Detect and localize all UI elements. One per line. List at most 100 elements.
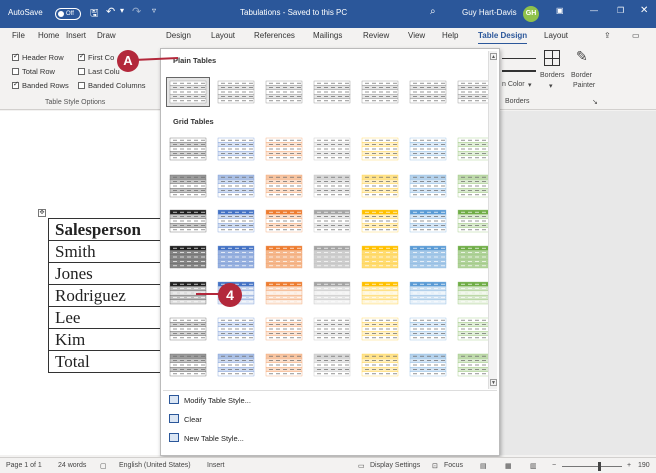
modify-table-style-item[interactable]: Modify Table Style...: [169, 395, 251, 405]
pen-color-dropdown-icon[interactable]: ▾: [528, 81, 532, 89]
total-row-option[interactable]: Total Row: [12, 67, 55, 76]
checkbox-checked-icon[interactable]: [12, 80, 19, 89]
line-weight-sample[interactable]: [502, 58, 536, 59]
tab-mailings[interactable]: Mailings: [313, 31, 342, 40]
table-style-tile[interactable]: [217, 80, 255, 104]
display-settings[interactable]: Display Settings: [370, 462, 420, 469]
table-cell[interactable]: Lee: [48, 306, 169, 329]
table-style-tile[interactable]: [361, 174, 399, 198]
tab-view[interactable]: View: [408, 31, 425, 40]
table-style-tile[interactable]: [265, 245, 303, 269]
borders-icon[interactable]: [544, 50, 560, 66]
table-style-tile[interactable]: [313, 80, 351, 104]
display-settings-icon[interactable]: ▭: [358, 462, 365, 470]
scroll-down-icon[interactable]: ▼: [490, 379, 497, 386]
table-style-tile[interactable]: [409, 353, 447, 377]
table-style-tile[interactable]: [169, 137, 207, 161]
table-style-tile[interactable]: [265, 353, 303, 377]
table-style-tile[interactable]: [313, 353, 351, 377]
table-style-tile[interactable]: [265, 209, 303, 233]
new-table-style-item[interactable]: New Table Style...: [169, 433, 244, 443]
table-cell[interactable]: Rodriguez: [48, 284, 169, 307]
table-style-tile[interactable]: [217, 174, 255, 198]
pen-color-button[interactable]: n Color: [502, 81, 525, 88]
table-style-tile[interactable]: [169, 245, 207, 269]
tab-insert[interactable]: Insert: [66, 31, 86, 40]
line-style-sample[interactable]: [502, 70, 536, 72]
table-style-tile[interactable]: [361, 317, 399, 341]
page-count[interactable]: Page 1 of 1: [6, 462, 42, 469]
table-style-tile[interactable]: [169, 317, 207, 341]
table-style-tile[interactable]: [217, 245, 255, 269]
print-layout-icon[interactable]: ▦: [505, 462, 512, 470]
share-icon[interactable]: ⇪: [604, 31, 611, 40]
web-layout-icon[interactable]: ▥: [530, 462, 537, 470]
banded-rows-option[interactable]: Banded Rows: [12, 80, 69, 90]
dialog-launcher-icon[interactable]: ↘: [592, 98, 598, 106]
table-style-tile[interactable]: [409, 245, 447, 269]
border-painter-label-2[interactable]: Painter: [573, 82, 595, 89]
table-style-tile[interactable]: [313, 245, 351, 269]
comments-icon[interactable]: ▭: [632, 31, 640, 40]
table-cell[interactable]: Jones: [48, 262, 169, 285]
tab-file[interactable]: File: [12, 31, 25, 40]
tab-review[interactable]: Review: [363, 31, 389, 40]
tab-draw[interactable]: Draw: [97, 31, 116, 40]
table-style-tile[interactable]: [409, 80, 447, 104]
table-style-tile[interactable]: [409, 174, 447, 198]
table-style-tile[interactable]: [313, 137, 351, 161]
focus-mode[interactable]: Focus: [444, 462, 463, 469]
tab-help[interactable]: Help: [442, 31, 458, 40]
focus-icon[interactable]: ⊡: [432, 462, 438, 470]
checkbox-checked-icon[interactable]: [12, 52, 19, 61]
table-style-tile[interactable]: [217, 317, 255, 341]
borders-button-label[interactable]: Borders: [540, 72, 565, 79]
table-style-tile[interactable]: [409, 281, 447, 305]
header-row-option[interactable]: Header Row: [12, 52, 64, 62]
scroll-up-icon[interactable]: ▲: [490, 53, 497, 60]
zoom-slider[interactable]: [562, 466, 622, 467]
document-table[interactable]: Salesperson Smith Jones Rodriguez Lee Ki…: [48, 218, 169, 373]
table-style-tile[interactable]: [409, 317, 447, 341]
table-cell[interactable]: Salesperson: [48, 218, 169, 241]
insert-mode[interactable]: Insert: [207, 462, 225, 469]
table-style-tile[interactable]: [361, 137, 399, 161]
borders-dropdown-icon[interactable]: ▾: [549, 82, 553, 90]
table-style-tile[interactable]: [169, 80, 207, 104]
table-style-tile[interactable]: [265, 137, 303, 161]
tab-references[interactable]: References: [254, 31, 295, 40]
table-cell[interactable]: Kim: [48, 328, 169, 351]
checkbox-icon[interactable]: [78, 82, 85, 89]
ribbon-display-icon[interactable]: ▣: [556, 6, 564, 15]
table-style-tile[interactable]: [169, 353, 207, 377]
qat-customize-icon[interactable]: ▿: [152, 6, 156, 15]
tab-layout[interactable]: Layout: [211, 31, 235, 40]
table-style-tile[interactable]: [265, 80, 303, 104]
border-painter-label-1[interactable]: Border: [571, 72, 592, 79]
checkbox-icon[interactable]: [12, 68, 19, 75]
table-style-tile[interactable]: [169, 174, 207, 198]
search-icon[interactable]: ⌕: [430, 6, 436, 17]
zoom-in-icon[interactable]: +: [627, 462, 631, 469]
word-count[interactable]: 24 words: [58, 462, 86, 469]
read-mode-icon[interactable]: ▤: [480, 462, 487, 470]
border-painter-icon[interactable]: ✎: [576, 48, 588, 65]
table-move-handle-icon[interactable]: ✥: [38, 209, 46, 217]
table-style-tile[interactable]: [361, 245, 399, 269]
user-name[interactable]: Guy Hart-Davis: [462, 8, 517, 17]
table-cell[interactable]: Total: [48, 350, 169, 373]
table-style-tile[interactable]: [409, 137, 447, 161]
zoom-slider-thumb[interactable]: [598, 462, 601, 471]
checkbox-icon[interactable]: [78, 68, 85, 75]
undo-icon[interactable]: ↶: [106, 5, 115, 18]
clear-item[interactable]: Clear: [169, 414, 202, 424]
table-style-tile[interactable]: [313, 317, 351, 341]
minimize-icon[interactable]: —: [590, 6, 598, 15]
redo-icon[interactable]: ↷: [132, 5, 141, 18]
gallery-scrollbar[interactable]: ▲ ▼: [488, 51, 497, 389]
table-style-tile[interactable]: [361, 353, 399, 377]
table-style-tile[interactable]: [217, 353, 255, 377]
table-style-tile[interactable]: [169, 281, 207, 305]
banded-columns-option[interactable]: Banded Columns: [78, 81, 146, 90]
checkbox-checked-icon[interactable]: [78, 52, 85, 61]
